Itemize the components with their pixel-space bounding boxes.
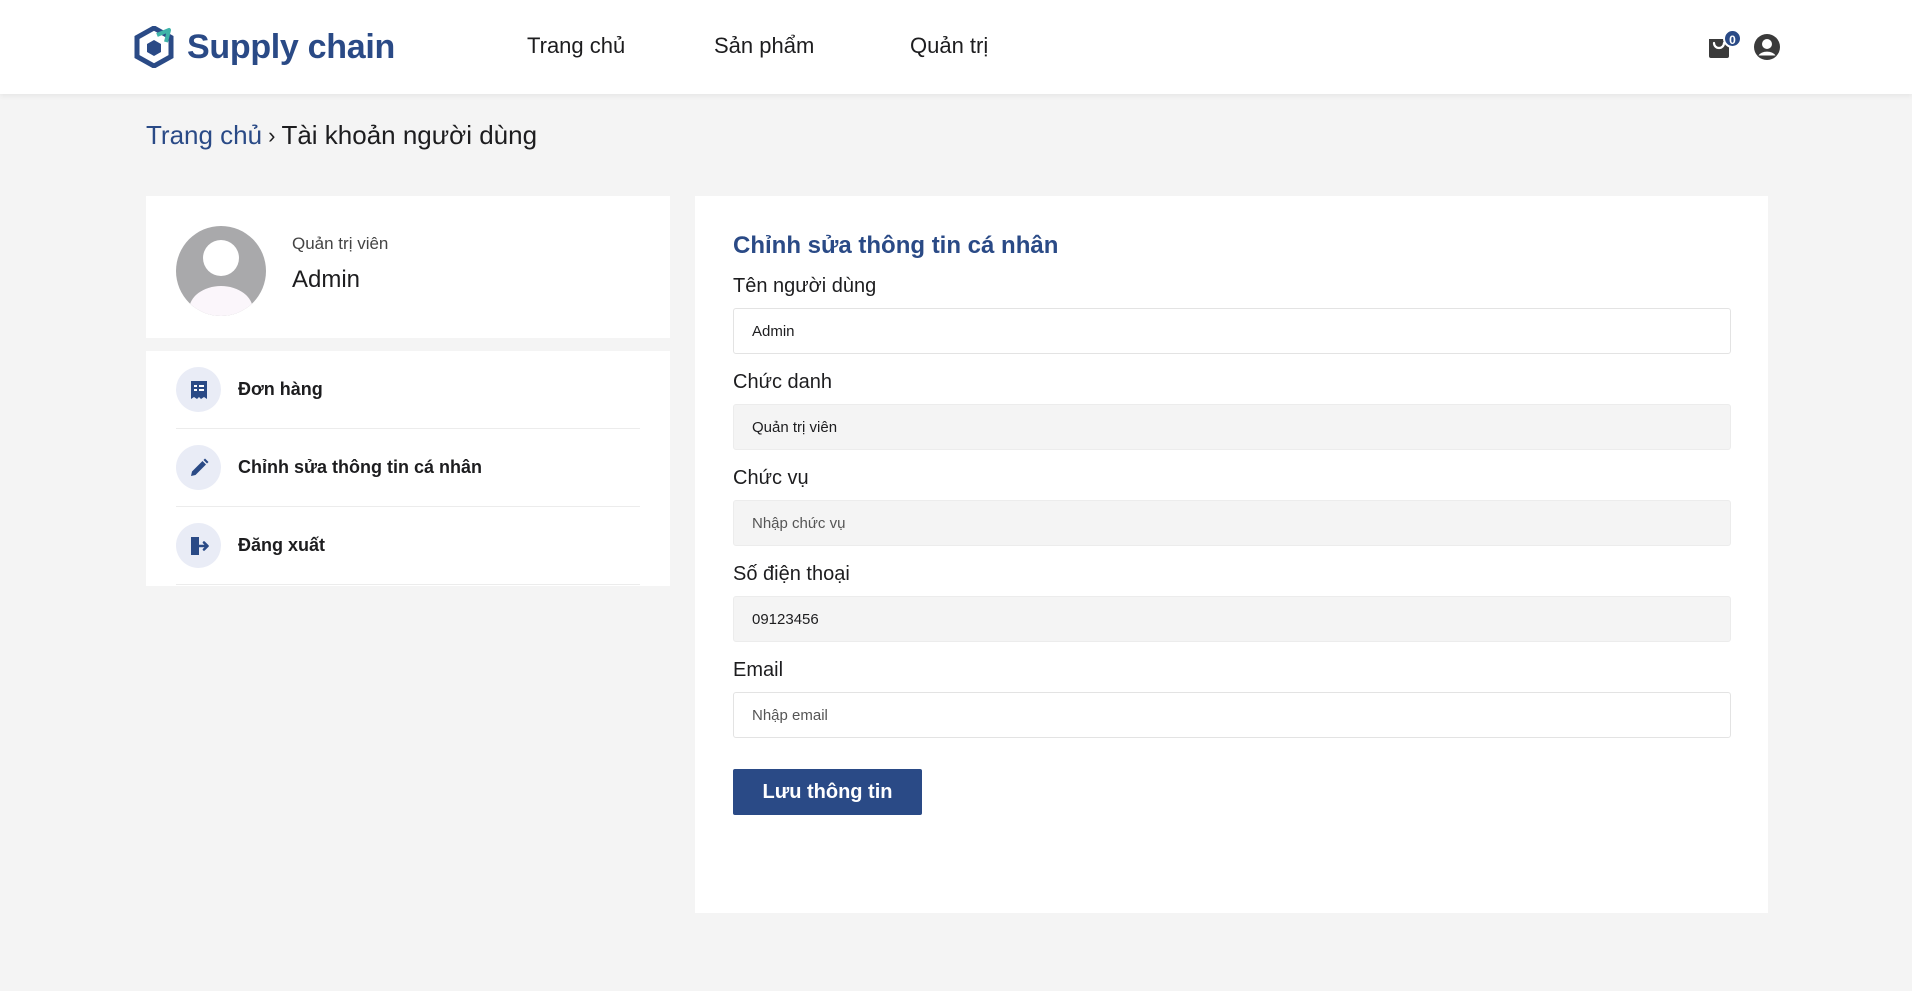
job-title-input[interactable] xyxy=(733,404,1731,450)
receipt-icon xyxy=(176,367,221,412)
logout-icon xyxy=(176,523,221,568)
brand-name: Supply chain xyxy=(187,27,395,66)
hexagon-logo-icon xyxy=(134,26,174,68)
profile-role: Quản trị viên xyxy=(292,234,389,253)
avatar-placeholder-icon xyxy=(176,226,266,316)
username-input[interactable] xyxy=(733,308,1731,354)
breadcrumb: Trang chủ › Tài khoản người dùng xyxy=(146,120,537,151)
menu-item-logout[interactable]: Đăng xuất xyxy=(176,507,640,585)
username-label: Tên người dùng xyxy=(733,275,877,297)
position-input[interactable] xyxy=(733,500,1731,546)
brand-logo[interactable]: Supply chain xyxy=(133,26,395,68)
profile-card: Quản trị viên Admin xyxy=(146,196,670,338)
save-info-button[interactable]: Lưu thông tin xyxy=(733,769,922,815)
nav-products[interactable]: Sản phẩm xyxy=(714,33,814,59)
edit-profile-form: Chỉnh sửa thông tin cá nhân Tên người dù… xyxy=(695,196,1768,913)
nav-admin[interactable]: Quản trị xyxy=(910,33,988,59)
form-title: Chỉnh sửa thông tin cá nhân xyxy=(733,232,1059,259)
user-icon[interactable] xyxy=(1753,33,1781,61)
email-input[interactable] xyxy=(733,692,1731,738)
breadcrumb-separator: › xyxy=(268,122,276,148)
menu-item-orders[interactable]: Đơn hàng xyxy=(176,351,640,429)
title-label: Chức danh xyxy=(733,371,833,393)
breadcrumb-home-link[interactable]: Trang chủ xyxy=(146,120,262,151)
nav-home[interactable]: Trang chủ xyxy=(527,33,625,59)
menu-item-label: Chỉnh sửa thông tin cá nhân xyxy=(238,457,483,477)
menu-item-edit-profile[interactable]: Chỉnh sửa thông tin cá nhân xyxy=(176,429,640,507)
pencil-icon xyxy=(176,445,221,490)
breadcrumb-current: Tài khoản người dùng xyxy=(281,120,538,150)
menu-item-label: Đơn hàng xyxy=(238,379,323,399)
profile-name: Admin xyxy=(292,266,361,293)
menu-item-label: Đăng xuất xyxy=(238,535,326,555)
account-menu: Đơn hàng Chỉnh sửa thông tin cá nhân Đăn… xyxy=(146,351,670,586)
cart-count-badge: 0 xyxy=(1723,29,1742,48)
phone-label: Số điện thoại xyxy=(733,563,850,585)
top-header: Supply chain Trang chủ Sản phẩm Quản trị… xyxy=(0,0,1912,94)
phone-input[interactable] xyxy=(733,596,1731,642)
position-label: Chức vụ xyxy=(733,467,809,489)
avatar xyxy=(176,226,266,316)
email-label: Email xyxy=(733,659,784,681)
